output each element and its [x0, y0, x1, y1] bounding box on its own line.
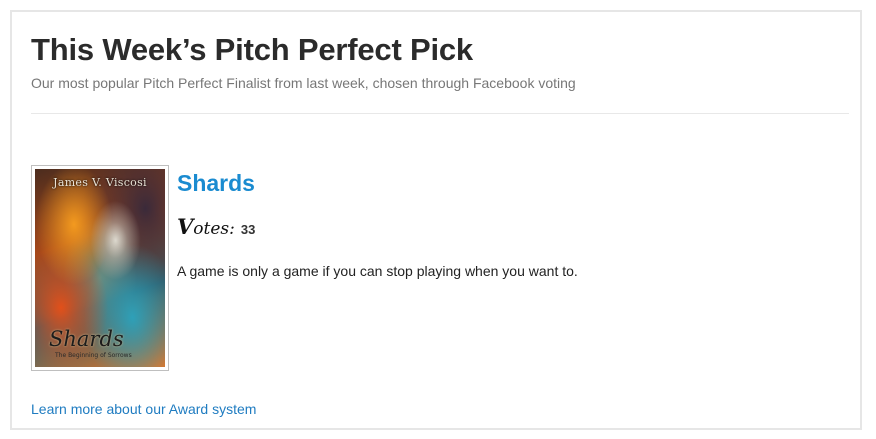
votes-count: 33	[240, 222, 256, 237]
votes-label-initial: V	[177, 214, 194, 239]
votes-label-rest: otes:	[193, 219, 235, 239]
page-subtitle: Our most popular Pitch Perfect Finalist …	[31, 75, 576, 91]
book-cover-frame[interactable]: James V. Viscosi Shards The Beginning of…	[31, 165, 169, 371]
pitch-perfect-panel: This Week’s Pitch Perfect Pick Our most …	[10, 10, 862, 430]
book-title-link[interactable]: Shards	[177, 170, 255, 197]
cover-author-text: James V. Viscosi	[53, 176, 147, 189]
book-tagline: A game is only a game if you can stop pl…	[177, 263, 578, 279]
cover-title-text: Shards	[49, 327, 124, 351]
page-title: This Week’s Pitch Perfect Pick	[31, 32, 473, 67]
votes-label: Votes:	[177, 214, 235, 239]
votes-row: Votes: 33	[177, 214, 255, 239]
learn-more-link[interactable]: Learn more about our Award system	[31, 401, 256, 417]
cover-subtitle-text: The Beginning of Sorrows	[55, 352, 132, 359]
book-cover-image[interactable]: James V. Viscosi Shards The Beginning of…	[35, 169, 165, 367]
header-divider	[31, 113, 849, 114]
